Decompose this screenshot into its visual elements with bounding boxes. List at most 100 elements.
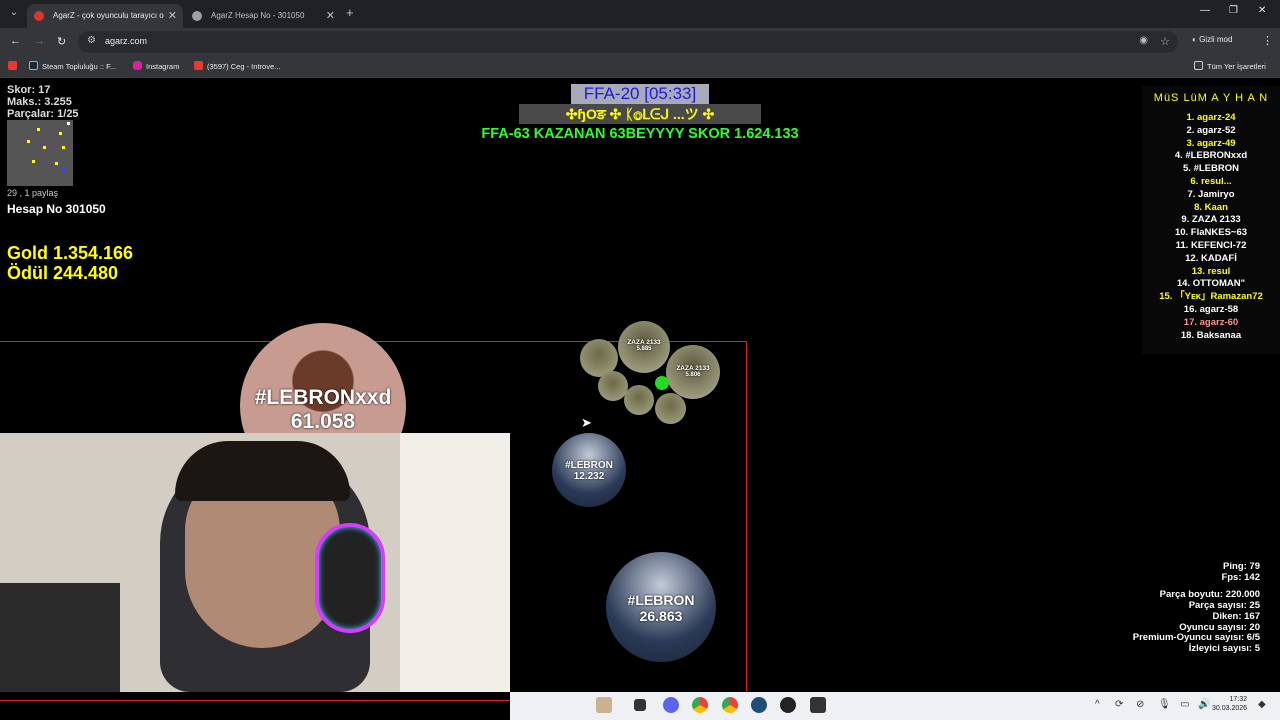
server-stats: Ping: 79 Fps: 142 Parça boyutu: 220.000 … — [1133, 561, 1260, 655]
leaderboard-entry: 6. resul... — [1190, 175, 1232, 187]
incognito-indicator[interactable]: ◐ Gizli mod — [1192, 35, 1232, 44]
forward-icon[interactable]: → — [34, 35, 45, 47]
bookmark-label: Instagram — [146, 62, 180, 71]
headset-icon — [315, 523, 385, 633]
leaderboard-entry: 12. KADAFİ — [1185, 252, 1237, 264]
viewer-count-text: İzleyici sayısı: 5 — [1188, 642, 1260, 654]
minimap-dot — [32, 160, 35, 163]
volume-icon[interactable]: 🔊 — [1198, 699, 1210, 710]
youtube-icon — [194, 61, 203, 70]
currency-panel: Gold 1.354.166 Ödül 244.480 — [7, 243, 133, 283]
notification-icon[interactable]: ◆ — [1258, 699, 1266, 710]
leaderboard-entry: 11. KEFENCI-72 — [1175, 239, 1247, 251]
chrome-active-icon[interactable] — [722, 697, 738, 713]
winner-announcement: FFA-63 KAZANAN 63BEYYYY SKOR 1.624.133 — [481, 126, 799, 142]
enemy-cell-zaza — [655, 393, 686, 424]
leaderboard-entry: 3. agarz-49 — [1186, 137, 1236, 149]
leaderboard-entry: 5. #LEBRON — [1183, 163, 1239, 175]
cell-mass: 61.058 — [290, 410, 356, 433]
taskbar: ^ ⟳ ⊘ 🎙 ▭ 🔊 17:32 30.03.2026 ◆ — [510, 692, 1280, 720]
minimize-icon[interactable]: — — [1200, 5, 1210, 16]
tray-network-off-icon[interactable]: ⊘ — [1136, 699, 1144, 710]
leaderboard-entry: 2. agarz-52 — [1186, 124, 1236, 136]
fps-text: Fps: 142 — [1221, 571, 1260, 583]
tab-agarz-game[interactable]: AgarZ - çok oyunculu tarayıcı o ✕ — [27, 4, 183, 28]
site-info-icon[interactable]: ⚙ — [87, 35, 96, 46]
leaderboard-entry: 10. FlaNKES~63 — [1174, 227, 1248, 239]
tray-chevron-icon[interactable]: ^ — [1095, 699, 1100, 710]
player-cell-lebron-large: #LEBRON 26.863 — [606, 552, 716, 662]
discord-icon[interactable] — [663, 697, 679, 713]
clock[interactable]: 17:32 30.03.2026 — [1212, 695, 1247, 713]
bookmark-steam[interactable]: Steam Topluluğu :: F... — [29, 61, 116, 71]
leaderboard-entry: 8. Kaan — [1194, 201, 1228, 213]
max-score-text: Maks.: 3.255 — [7, 96, 72, 108]
maximize-icon[interactable]: ❐ — [1229, 5, 1238, 16]
eye-off-icon[interactable]: ◉ — [1139, 35, 1148, 46]
spike-count-text: Diken: 167 — [1212, 610, 1260, 622]
incognito-icon: ◐ — [1192, 35, 1200, 44]
bookmark-star-icon[interactable]: ☆ — [1160, 35, 1170, 48]
game-canvas[interactable]: Skor: 17 Maks.: 3.255 Parçalar: 1/25 29 … — [0, 80, 1280, 701]
leaderboard-entry: 15. 「Yᴇκ」Ramazan72 — [1159, 291, 1263, 303]
browser-toolbar: ← → ↻ ⚙ agarz.com ◉ ☆ ◐ Gizli mod ⋮ — [0, 28, 1280, 56]
leaderboard: MüS LüM A Y H A N 1. agarz-24 2. agarz-52… — [1142, 86, 1280, 354]
bookmark-instagram[interactable]: Instagram — [133, 61, 179, 71]
cell-name: #LEBRONxxd — [254, 386, 392, 409]
leaderboard-entry: 7. Jamiryo — [1187, 188, 1235, 200]
tab-search-button[interactable]: ⌄ — [6, 5, 22, 21]
bookmark-youtube-video[interactable]: (3597) Ceg - Introve... — [194, 61, 280, 71]
cell-mass: 5.885 — [636, 346, 652, 352]
address-bar[interactable]: ⚙ agarz.com ◉ ☆ — [78, 31, 1178, 53]
person-hair — [175, 441, 350, 501]
chrome-icon[interactable] — [692, 697, 708, 713]
leaderboard-entry: 13. resul — [1191, 265, 1231, 277]
tab-agarz-account[interactable]: AgarZ Hesap No - 301050 ✕ — [185, 4, 341, 28]
bookmark-youtube-icon[interactable] — [8, 61, 21, 71]
all-bookmarks-label: Tüm Yer İşaretleri — [1207, 62, 1266, 71]
leaderboard-list: 1. agarz-24 2. agarz-52 3. agarz-49 4. #LEB… — [1142, 112, 1280, 342]
cell-name: ZAZA 2133 — [627, 339, 661, 346]
app-icon[interactable] — [810, 697, 826, 713]
tray-app-icon[interactable]: ⟳ — [1115, 699, 1123, 710]
task-view-icon[interactable] — [634, 699, 646, 711]
leaderboard-entry: 18. Baksanaa — [1180, 329, 1242, 341]
microphone-icon[interactable]: 🎙 — [1158, 699, 1171, 710]
folder-icon — [1194, 61, 1203, 70]
back-icon[interactable]: ← — [10, 35, 21, 47]
bookmark-label: Steam Topluluğu :: F... — [42, 62, 117, 71]
widgets-icon[interactable] — [596, 697, 612, 713]
minimap-dot — [59, 132, 62, 135]
share-text[interactable]: 29 , 1 paylaş — [7, 188, 58, 198]
url-text: agarz.com — [105, 36, 148, 46]
enemy-cell-zaza-main: ZAZA 2133 5.885 — [618, 321, 670, 373]
cell-name: ZAZA 2133 — [676, 365, 710, 372]
obs-icon[interactable] — [780, 697, 796, 713]
minimap-dot — [43, 146, 46, 149]
close-tab-icon[interactable]: ✕ — [168, 4, 177, 28]
monitor-icon[interactable]: ▭ — [1180, 699, 1189, 710]
incognito-label: Gizli mod — [1199, 35, 1233, 44]
reload-icon[interactable]: ↻ — [57, 35, 66, 48]
steam-taskbar-icon[interactable] — [751, 697, 767, 713]
menu-icon[interactable]: ⋮ — [1262, 34, 1273, 47]
bookmark-label: (3597) Ceg - Introve... — [207, 62, 281, 71]
reward-text: Ödül 244.480 — [7, 263, 119, 283]
cell-name: #LEBRON — [627, 592, 695, 608]
minimap-dot — [27, 140, 30, 143]
new-tab-button[interactable]: + — [346, 5, 354, 20]
window-light — [400, 433, 510, 692]
leaderboard-entry: 9. ZAZA 2133 — [1181, 214, 1241, 226]
leaderboard-entry: 17. agarz-60 — [1183, 316, 1239, 328]
minimap-dot — [67, 122, 70, 125]
cell-name: #LEBRON — [565, 460, 613, 471]
mouse-cursor-icon: ➤ — [581, 415, 592, 430]
webcam-overlay — [0, 433, 510, 692]
close-tab-icon[interactable]: ✕ — [326, 4, 335, 28]
enemy-cell-zaza — [624, 385, 654, 415]
leaderboard-title: MüS LüM A Y H A N — [1153, 92, 1269, 104]
close-window-icon[interactable]: ✕ — [1258, 5, 1266, 16]
all-bookmarks[interactable]: Tüm Yer İşaretleri — [1194, 61, 1266, 71]
score-panel: Skor: 17 Maks.: 3.255 Parçalar: 1/25 — [7, 84, 79, 120]
minimap-dot — [37, 128, 40, 131]
